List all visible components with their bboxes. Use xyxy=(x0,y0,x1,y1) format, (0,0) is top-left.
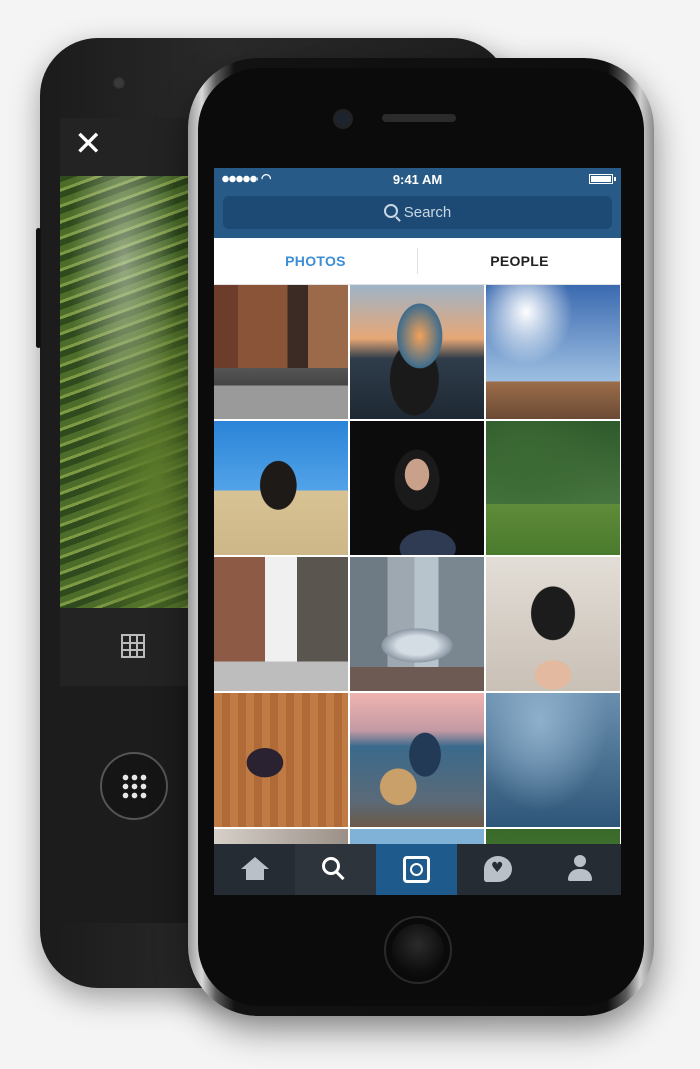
camera-icon xyxy=(403,856,430,883)
iphone-front-camera xyxy=(336,112,350,126)
grid-photo[interactable] xyxy=(214,421,348,555)
search-placeholder: Search xyxy=(403,204,452,221)
battery-icon xyxy=(589,174,616,184)
app-drawer-button[interactable] xyxy=(100,752,168,820)
status-bar: ◠ 9:41 AM xyxy=(214,168,621,190)
bottom-tab-bar xyxy=(214,844,621,895)
tab-profile[interactable] xyxy=(540,844,621,895)
grid-photo[interactable] xyxy=(350,421,484,555)
android-camera xyxy=(112,76,126,90)
app-drawer-icon xyxy=(121,773,147,799)
grid-photo[interactable] xyxy=(350,285,484,419)
home-icon xyxy=(241,857,269,881)
grid-photo[interactable] xyxy=(214,285,348,419)
grid-photo[interactable] xyxy=(350,557,484,691)
activity-heart-icon xyxy=(484,856,512,882)
tab-home[interactable] xyxy=(214,844,295,895)
nav-bar: ◠ 9:41 AM Search xyxy=(214,168,621,238)
close-icon[interactable]: ✕ xyxy=(74,127,103,161)
grid-photo[interactable] xyxy=(214,829,348,844)
tab-people[interactable]: PEOPLE xyxy=(418,238,621,284)
grid-photo[interactable] xyxy=(350,693,484,827)
search-icon xyxy=(383,204,398,218)
iphone-home-button[interactable] xyxy=(384,916,452,984)
tab-camera[interactable] xyxy=(376,844,457,895)
iphone-speaker xyxy=(382,114,456,122)
search-input[interactable]: Search xyxy=(223,196,612,229)
grid-photo[interactable] xyxy=(486,421,620,555)
status-time: 9:41 AM xyxy=(392,172,443,187)
iphone: ◠ 9:41 AM Search PHOTOS PEOPLE xyxy=(188,58,654,1016)
tab-photos[interactable]: PHOTOS xyxy=(214,238,417,284)
tab-explore[interactable] xyxy=(295,844,376,895)
grid-photo[interactable] xyxy=(486,557,620,691)
grid-photo[interactable] xyxy=(214,557,348,691)
grid-photo[interactable] xyxy=(486,285,620,419)
tab-activity[interactable] xyxy=(458,844,539,895)
segmented-tabs: PHOTOS PEOPLE xyxy=(214,238,621,285)
grid-photo[interactable] xyxy=(350,829,484,844)
photo-grid xyxy=(214,285,621,844)
grid-photo[interactable] xyxy=(486,829,620,844)
grid-photo[interactable] xyxy=(214,693,348,827)
grid-icon[interactable] xyxy=(121,634,145,658)
android-side-button xyxy=(36,228,41,348)
app-screen: ◠ 9:41 AM Search PHOTOS PEOPLE xyxy=(214,168,621,895)
profile-icon xyxy=(568,855,592,882)
grid-photo[interactable] xyxy=(486,693,620,827)
search-icon xyxy=(322,857,340,875)
